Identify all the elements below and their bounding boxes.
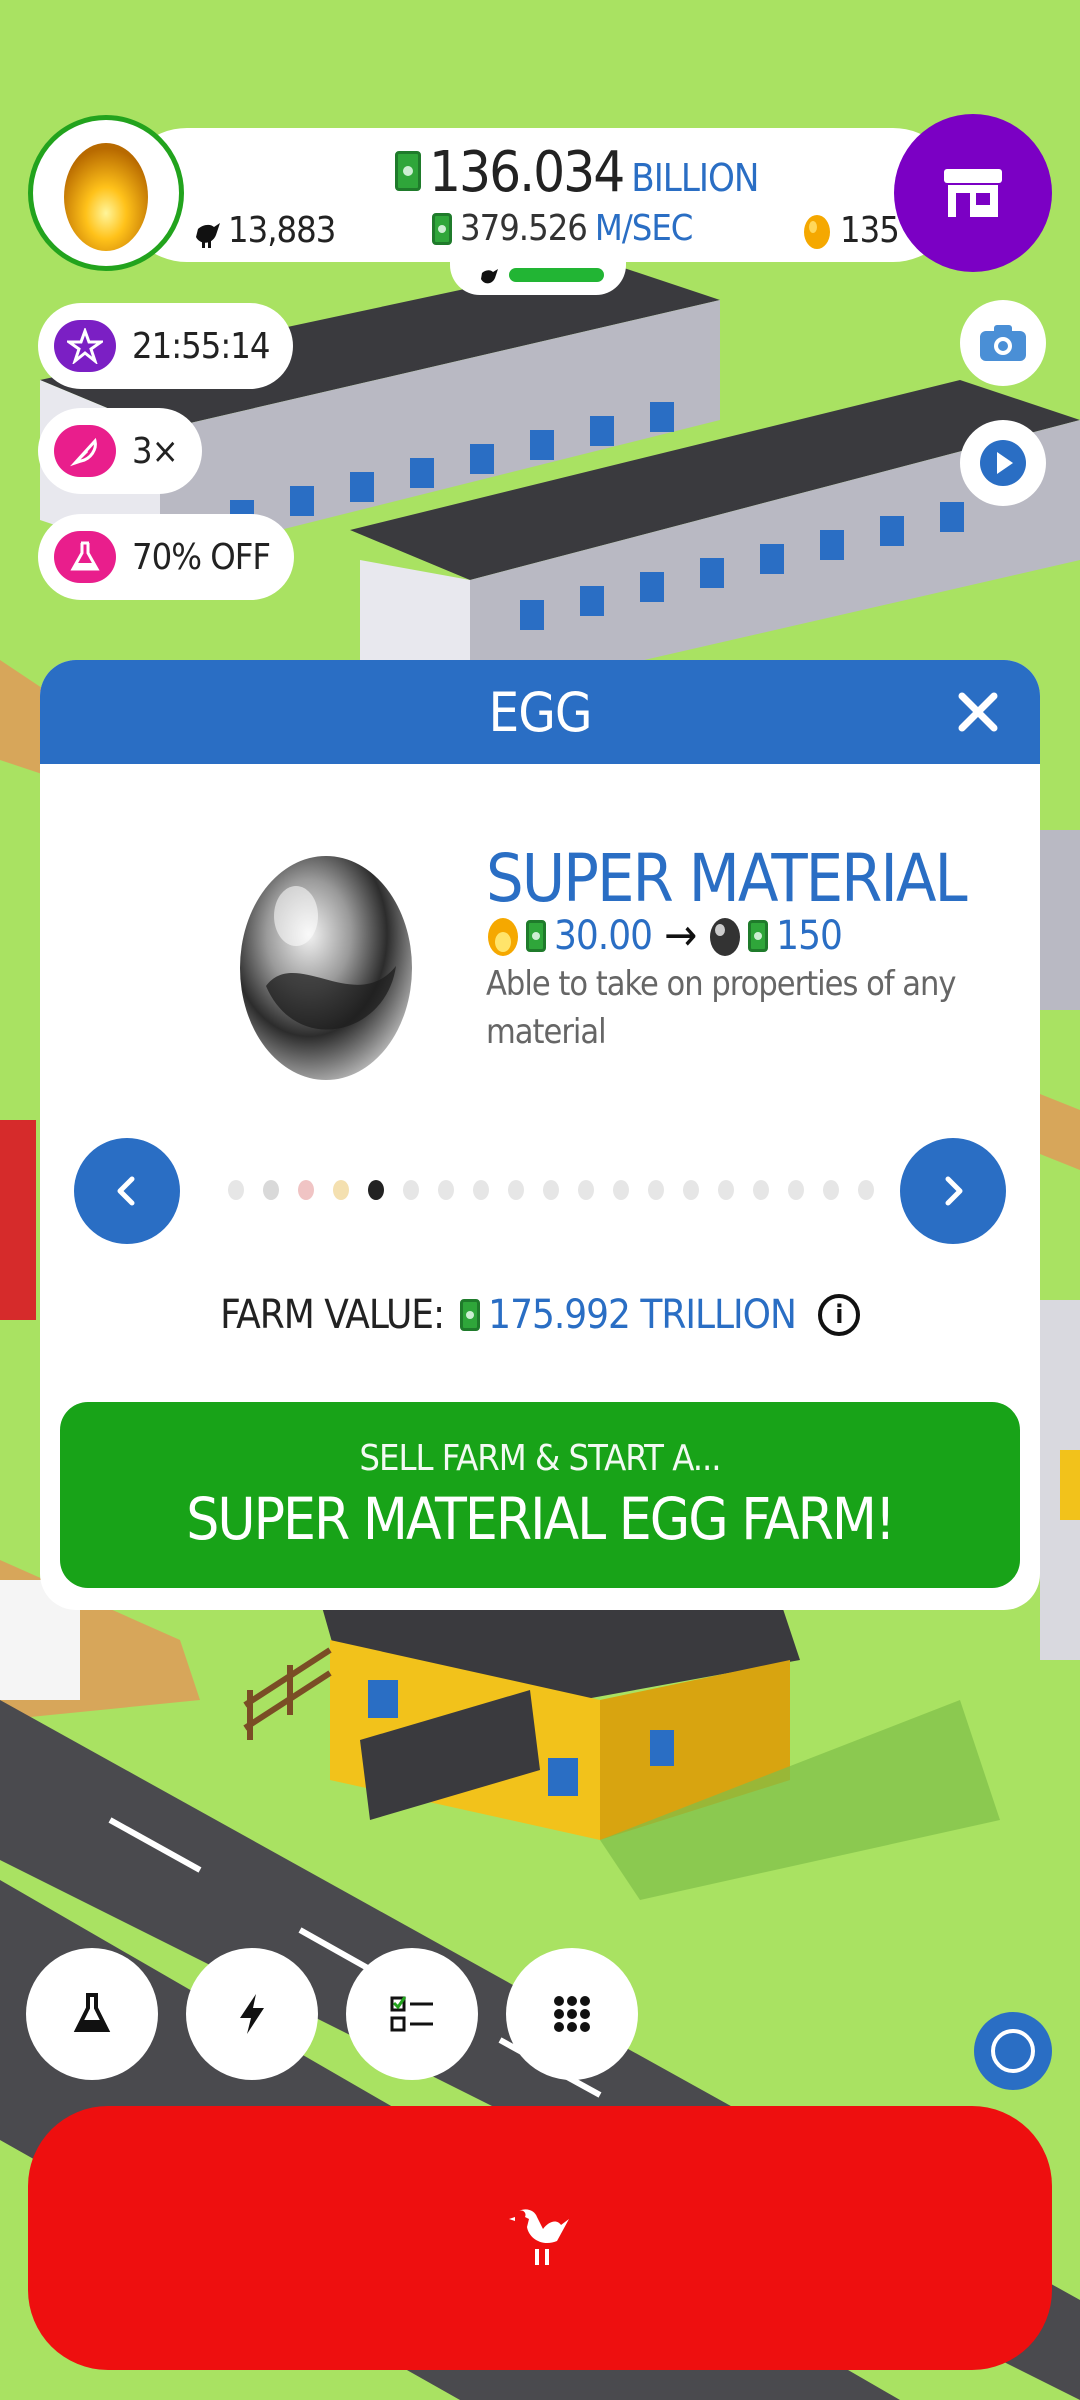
hatch-chicken-button[interactable] [28, 2106, 1052, 2370]
page-dot[interactable] [533, 1180, 568, 1200]
page-dot[interactable] [743, 1180, 778, 1200]
egg-name: SUPER MATERIAL [486, 840, 968, 917]
cash-icon [395, 151, 421, 191]
egg-page-indicator [218, 1180, 883, 1200]
boosts-button[interactable] [186, 1948, 318, 2080]
flask-icon [54, 531, 116, 583]
current-egg-badge[interactable] [28, 115, 184, 271]
play-icon [980, 440, 1026, 486]
chicken-count-value: 13,883 [228, 210, 336, 251]
research-button[interactable] [26, 1948, 158, 2080]
store-icon [944, 169, 1002, 217]
page-dot[interactable] [848, 1180, 883, 1200]
chicken-count: 13,883 [186, 210, 336, 251]
dialog-header: EGG [40, 660, 1040, 764]
arrow-icon: → [664, 910, 697, 961]
page-dot[interactable] [813, 1180, 848, 1200]
chevron-right-icon [945, 1176, 963, 1206]
golden-egg-icon [488, 917, 518, 956]
sell-farm-subtitle: SELL FARM & START A... [359, 1437, 721, 1479]
super-material-egg-icon [710, 917, 741, 956]
page-dot[interactable] [253, 1180, 288, 1200]
golden-egg-icon [804, 214, 830, 249]
page-dot[interactable] [673, 1180, 708, 1200]
cash-icon [432, 212, 452, 245]
shop-button[interactable] [894, 114, 1052, 272]
money-value: 136.034 [429, 140, 625, 205]
boost-multiplier-pill[interactable]: 3× [38, 408, 202, 494]
egg-value-change: 30.00 → 150 [486, 910, 843, 961]
sell-farm-title: SUPER MATERIAL EGG FARM! [186, 1484, 896, 1553]
value-to: 150 [776, 912, 843, 959]
checklist-icon [390, 1996, 433, 2032]
missions-button[interactable] [346, 1948, 478, 2080]
page-dot[interactable] [708, 1180, 743, 1200]
ring-icon [991, 2029, 1035, 2073]
event-timer-pill[interactable]: 21:55:14 [38, 303, 294, 389]
golden-egg-value: 135 [840, 210, 900, 251]
page-dot[interactable] [323, 1180, 358, 1200]
chevron-left-icon [117, 1176, 135, 1206]
rate-value: 379.526 [460, 208, 588, 249]
camera-button[interactable] [960, 300, 1046, 386]
research-sale-pill[interactable]: 70% OFF [38, 514, 295, 600]
grid-icon [554, 1996, 590, 2032]
money-display: 136.034 BILLION [395, 140, 759, 206]
sell-farm-button[interactable]: SELL FARM & START A... SUPER MATERIAL EG… [60, 1402, 1020, 1588]
previous-egg-button[interactable] [74, 1138, 180, 1244]
chicken-icon [476, 268, 498, 284]
page-dot[interactable] [638, 1180, 673, 1200]
dialog-title: EGG [488, 680, 593, 744]
income-rate: 379.526 M/SEC [432, 208, 694, 249]
cash-icon [526, 919, 546, 952]
page-dot[interactable] [428, 1180, 463, 1200]
menu-button[interactable] [506, 1948, 638, 2080]
page-dot[interactable] [778, 1180, 813, 1200]
chicken-icon [509, 2209, 569, 2265]
hab-capacity-indicator[interactable] [450, 255, 626, 295]
value-from: 30.00 [554, 912, 653, 959]
drone-target-button[interactable] [974, 2012, 1052, 2090]
feather-icon [54, 425, 116, 477]
cash-icon [748, 919, 769, 952]
info-icon[interactable]: i [817, 1294, 860, 1336]
golden-egg-count: 135 [802, 210, 900, 251]
event-timer-text: 21:55:14 [132, 325, 270, 367]
flask-icon [73, 1993, 111, 2032]
super-material-egg-icon [240, 856, 412, 1080]
page-dot[interactable] [568, 1180, 603, 1200]
page-dot-active[interactable] [358, 1180, 393, 1200]
page-dot[interactable] [218, 1180, 253, 1200]
money-unit: BILLION [631, 156, 759, 200]
cash-icon [460, 1299, 481, 1331]
egg-dialog: EGG SUPER MATERIAL 30.00 → 150 Able to t… [40, 660, 1040, 1610]
bolt-icon [240, 1994, 264, 2034]
page-dot[interactable] [288, 1180, 323, 1200]
farm-value-label: FARM VALUE: [220, 1292, 445, 1338]
next-egg-button[interactable] [900, 1138, 1006, 1244]
camera-icon [980, 325, 1026, 361]
video-button[interactable] [960, 420, 1046, 506]
research-sale-text: 70% OFF [132, 536, 271, 578]
farm-value: 175.992 TRILLION [488, 1292, 797, 1338]
star-icon [54, 320, 116, 372]
page-dot[interactable] [603, 1180, 638, 1200]
close-icon[interactable] [952, 686, 1004, 738]
farm-value-row: FARM VALUE: 175.992 TRILLION i [40, 1292, 1040, 1338]
boost-multiplier-text: 3× [132, 430, 179, 472]
page-dot[interactable] [393, 1180, 428, 1200]
hab-capacity-bar [508, 268, 604, 282]
chicken-icon [190, 220, 220, 248]
rate-unit: M/SEC [594, 208, 694, 249]
page-dot[interactable] [463, 1180, 498, 1200]
golden-egg-icon [64, 143, 148, 251]
page-dot[interactable] [498, 1180, 533, 1200]
egg-description: Able to take on properties of any materi… [486, 964, 957, 1052]
